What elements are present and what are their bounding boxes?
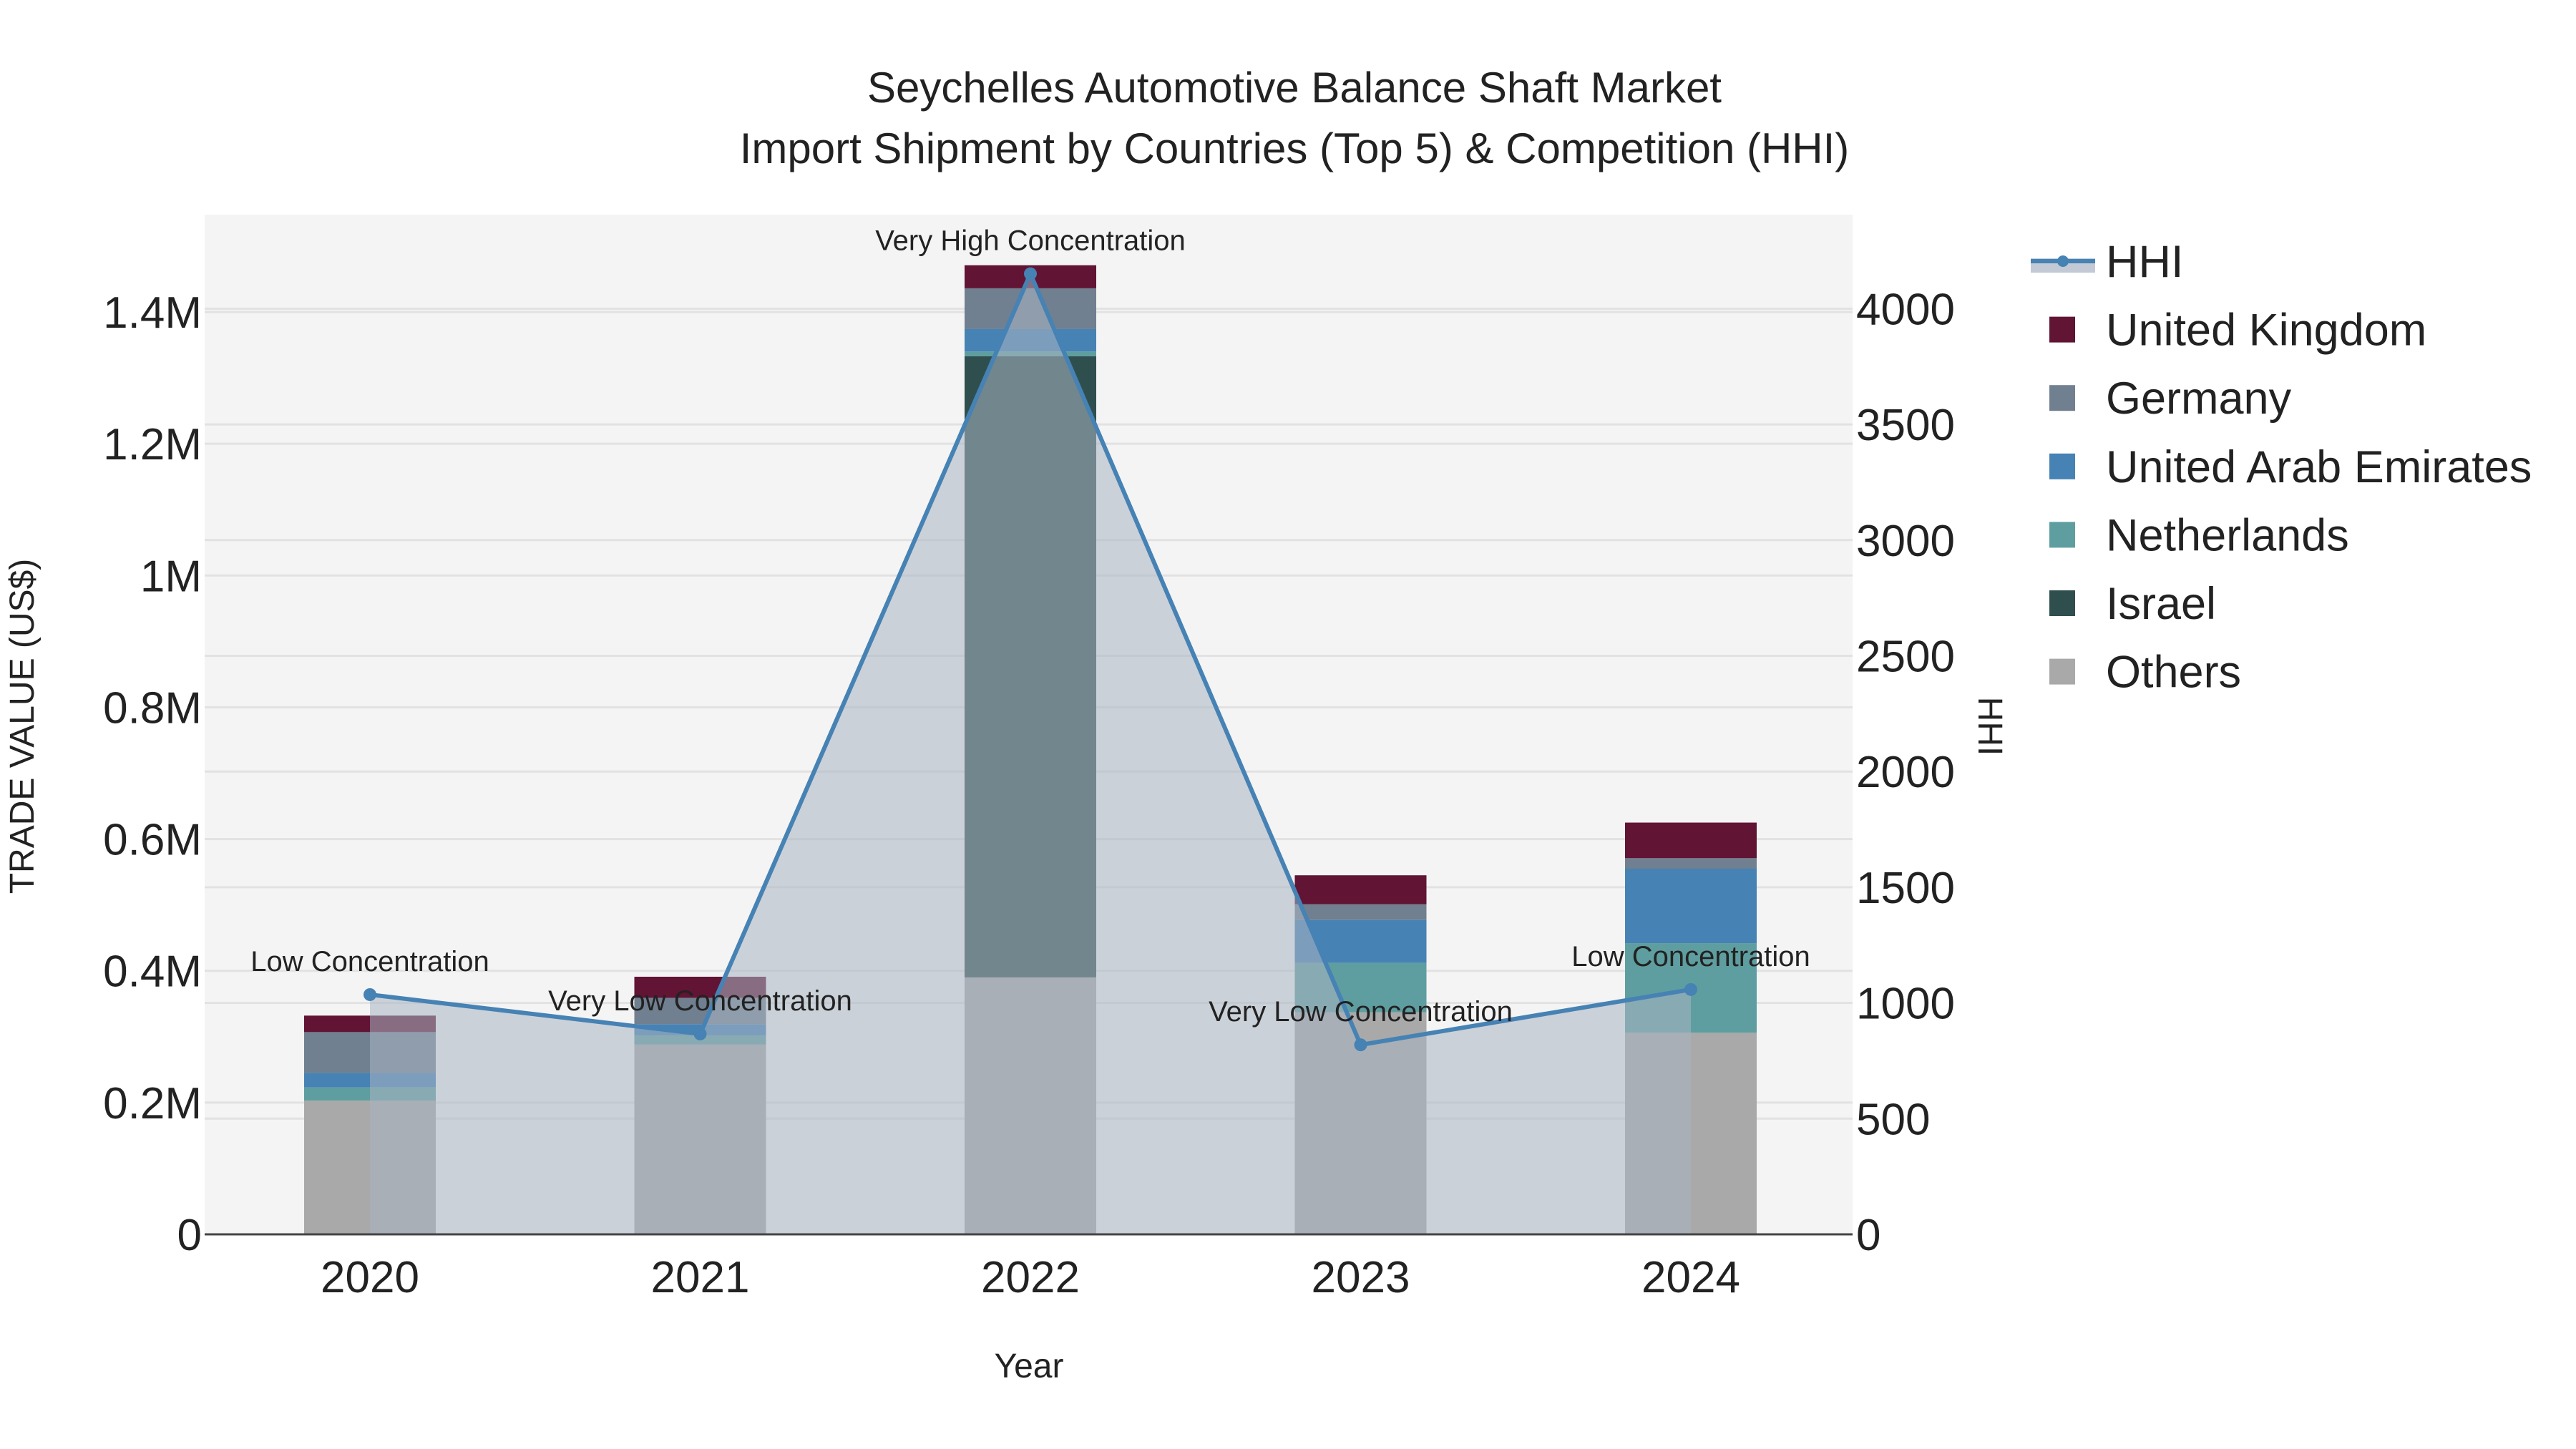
hhi-point: [693, 1027, 707, 1040]
y2-tick-label: 1000: [1856, 980, 1955, 1029]
y-tick-label: 0.4M: [103, 947, 202, 997]
legend-label: Netherlands: [2106, 510, 2349, 560]
legend-label: Others: [2106, 648, 2241, 698]
hhi-annotation: Low Concentration: [1571, 941, 1810, 972]
y-tick-label: 0.6M: [103, 816, 202, 865]
legend-hhi-marker: [2057, 255, 2069, 267]
y-tick-label: 1.4M: [103, 288, 202, 338]
legend-label: United Kingdom: [2106, 306, 2426, 356]
hhi-point: [1024, 267, 1037, 280]
legend-swatch: [2049, 590, 2075, 616]
legend-label: United Arab Emirates: [2106, 442, 2532, 492]
hhi-annotation: Low Concentration: [250, 946, 489, 977]
hhi-point: [364, 987, 376, 1001]
y2-tick-label: 4000: [1856, 285, 1955, 334]
y2-tick-label: 3500: [1856, 401, 1955, 450]
hhi-annotation: Very High Concentration: [875, 225, 1186, 257]
bar-germany: [1625, 858, 1757, 869]
x-tick-label: 2023: [1312, 1253, 1410, 1302]
y-tick-label: 0.8M: [103, 683, 202, 733]
legend-label: HHI: [2106, 237, 2184, 287]
bar-united-arab-emirates: [1625, 869, 1757, 944]
bar-united-kingdom: [1294, 875, 1427, 904]
chart-subtitle: Import Shipment by Countries (Top 5) & C…: [740, 125, 1850, 172]
x-axis-title: Year: [995, 1347, 1064, 1385]
legend-swatch: [2049, 658, 2075, 685]
y-tick-label: 1.2M: [103, 420, 202, 469]
y2-axis-title: HHI: [1971, 697, 2009, 756]
legend-swatch: [2049, 453, 2075, 479]
y-tick-label: 0.2M: [103, 1079, 202, 1128]
hhi-annotation: Very Low Concentration: [548, 985, 852, 1017]
x-tick-label: 2021: [651, 1253, 750, 1302]
x-tick-label: 2024: [1641, 1253, 1740, 1302]
hhi-point: [1354, 1038, 1367, 1052]
chart: Low Concentration Very Low Concentration V…: [4, 64, 2532, 1385]
chart-title: Seychelles Automotive Balance Shaft Mark…: [867, 64, 1722, 112]
y2-tick-label: 2500: [1856, 633, 1955, 682]
y2-tick-label: 2000: [1856, 748, 1955, 797]
legend-label: Israel: [2106, 579, 2216, 629]
x-tick-label: 2020: [321, 1253, 419, 1302]
y2-tick-label: 1500: [1856, 864, 1955, 913]
legend-swatch: [2049, 316, 2075, 343]
bar-united-kingdom: [1625, 822, 1757, 859]
legend-label: Germany: [2106, 374, 2292, 424]
hhi-annotation: Very Low Concentration: [1209, 996, 1513, 1028]
bar-germany: [1294, 904, 1427, 920]
x-tick-label: 2022: [981, 1253, 1080, 1302]
y-axis-title: TRADE VALUE (US$): [4, 559, 42, 894]
legend-swatch: [2049, 385, 2075, 411]
legend: HHI United Kingdom Germany United Arab Emir…: [2031, 237, 2532, 698]
y2-tick-label: 3000: [1856, 517, 1955, 566]
hhi-point: [1684, 982, 1697, 996]
y2-tick-label: 0: [1856, 1211, 1880, 1260]
y2-tick-label: 500: [1856, 1095, 1930, 1144]
legend-swatch: [2049, 522, 2075, 548]
y-tick-label: 1M: [140, 552, 202, 601]
y-tick-label: 0: [177, 1211, 202, 1260]
